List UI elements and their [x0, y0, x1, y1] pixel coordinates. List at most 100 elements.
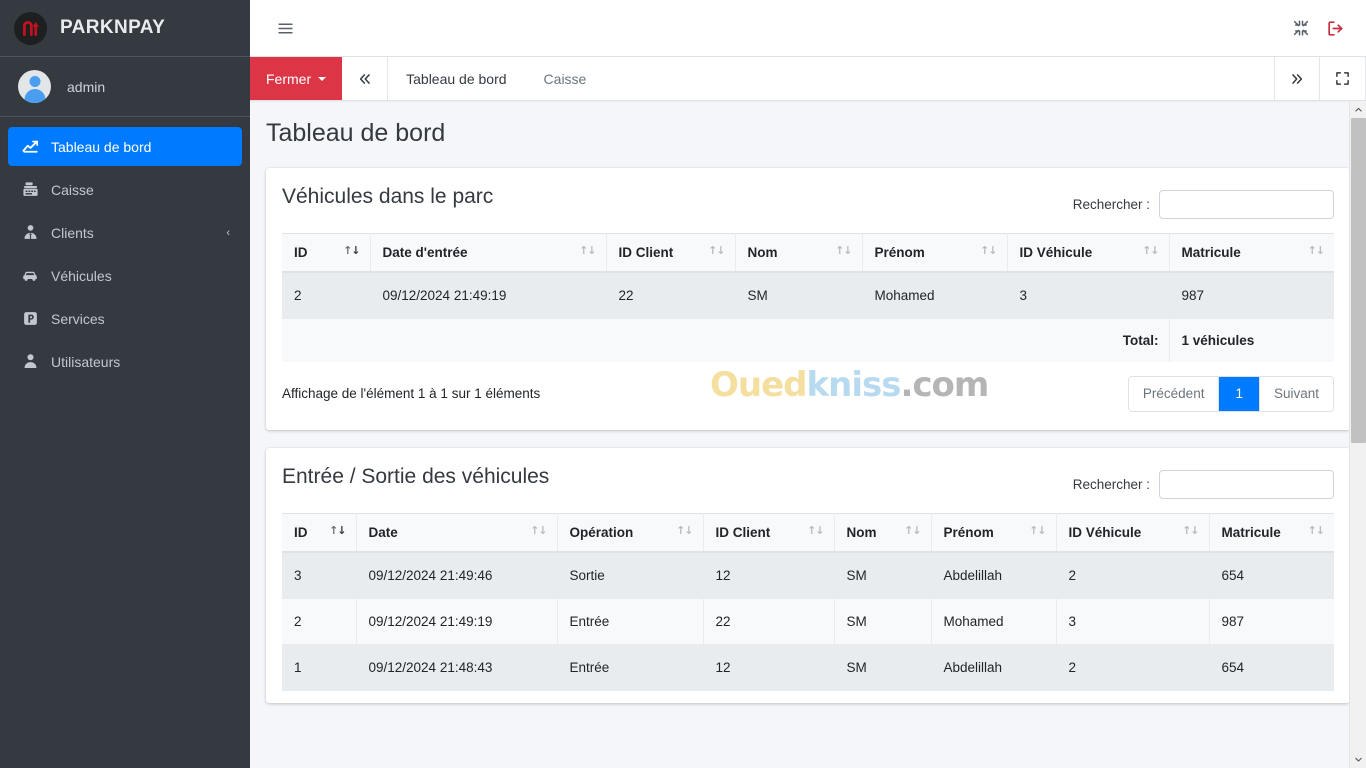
- vertical-scrollbar[interactable]: [1349, 101, 1366, 768]
- footer-total-value: 1 véhicules: [1169, 318, 1334, 362]
- sidebar-item-tableau-de-bord[interactable]: Tableau de bord: [8, 127, 242, 166]
- uturn-arrow-logo-icon: [14, 11, 47, 45]
- column-header-matricule[interactable]: Matricule ↑↓: [1209, 512, 1334, 553]
- compress-arrows-icon[interactable]: [1284, 11, 1318, 45]
- sort-icon: ↑↓: [1029, 523, 1046, 537]
- sidebar-item-caisse[interactable]: Caisse: [8, 170, 242, 209]
- column-header-id-vehicule[interactable]: ID Véhicule ↑↓: [1007, 233, 1170, 273]
- column-label: Nom: [747, 245, 778, 260]
- cell-prenom: Mohamed: [862, 272, 1008, 319]
- column-label: Date d'entrée: [382, 245, 468, 260]
- table-row[interactable]: 2 09/12/2024 21:49:19 Entrée 22 SM Moham…: [282, 598, 1334, 645]
- hamburger-icon[interactable]: [268, 11, 302, 45]
- column-header-prenom[interactable]: Prénom ↑↓: [862, 233, 1008, 273]
- pagination-page-1[interactable]: 1: [1219, 377, 1260, 411]
- sidebar-item-clients[interactable]: Clients ‹: [8, 213, 242, 252]
- cell-id-client: 12: [703, 551, 835, 599]
- tab-tableau-de-bord[interactable]: Tableau de bord: [388, 57, 525, 100]
- cell-id: 3: [282, 551, 357, 599]
- column-header-prenom[interactable]: Prénom ↑↓: [931, 512, 1057, 553]
- cell-nom: SM: [834, 551, 932, 599]
- page-title: Tableau de bord: [266, 119, 446, 147]
- column-header-id-vehicule[interactable]: ID Véhicule ↑↓: [1056, 512, 1210, 553]
- card-header: Véhicules dans le parc Rechercher :: [282, 180, 1334, 233]
- cell-id-client: 22: [703, 598, 835, 645]
- table-footer-bar: Affichage de l'élément 1 à 1 sur 1 éléme…: [282, 362, 1334, 418]
- cell-id: 2: [282, 272, 371, 319]
- table-row[interactable]: 2 09/12/2024 21:49:19 22 SM Mohamed 3 98…: [282, 272, 1334, 319]
- cell-matricule: 654: [1209, 551, 1334, 599]
- sort-icon: ↑↓: [676, 523, 693, 537]
- user-panel[interactable]: admin: [0, 57, 250, 117]
- column-header-matricule[interactable]: Matricule ↑↓: [1169, 233, 1334, 273]
- column-label: ID Véhicule: [1019, 245, 1093, 260]
- table-row[interactable]: 3 09/12/2024 21:49:46 Sortie 12 SM Abdel…: [282, 551, 1334, 599]
- search-control: Rechercher :: [1073, 464, 1334, 499]
- column-label: Prénom: [943, 524, 994, 540]
- close-button[interactable]: Fermer: [250, 57, 343, 100]
- scroll-down-icon[interactable]: [1350, 751, 1366, 768]
- tab-caisse[interactable]: Caisse: [526, 57, 606, 100]
- table-header-row: ID ↑↓ Date ↑↓ Opération ↑↓ ID Client ↑↓ …: [282, 512, 1334, 553]
- column-label: ID Client: [715, 524, 771, 540]
- table-footer-row: Total: 1 véhicules: [282, 318, 1334, 362]
- search-input[interactable]: [1159, 469, 1334, 499]
- column-header-id[interactable]: ID ↑↓: [282, 512, 357, 553]
- pagination-previous[interactable]: Précédent: [1128, 377, 1220, 411]
- brand-header[interactable]: PARKNPAY: [0, 0, 250, 57]
- fullscreen-button[interactable]: [1320, 57, 1366, 100]
- sort-icon: ↑↓: [807, 523, 824, 537]
- logout-icon[interactable]: [1318, 11, 1352, 45]
- tab-bar: Fermer Tableau de bord Caisse: [250, 57, 1366, 101]
- column-label: Date: [368, 524, 398, 540]
- tab-bar-right-controls: [1274, 57, 1366, 100]
- cell-nom: SM: [834, 598, 932, 645]
- sort-icon: ↑↓: [343, 244, 360, 257]
- column-header-id-client[interactable]: ID Client ↑↓: [703, 512, 835, 553]
- user-tie-icon: [18, 224, 42, 241]
- sort-icon: ↑↓: [1307, 244, 1325, 257]
- cell-prenom: Abdelillah: [931, 644, 1057, 691]
- table-header: ID ↑↓ Date d'entrée ↑↓ ID Client ↑↓ Nom …: [282, 233, 1334, 273]
- card-entree-sortie-des-vehicules: Entrée / Sortie des véhicules Rechercher…: [266, 447, 1350, 703]
- column-header-date[interactable]: Date ↑↓: [356, 512, 558, 553]
- cell-id-client: 22: [606, 272, 736, 319]
- pagination-next[interactable]: Suivant: [1259, 377, 1333, 411]
- table-vehicules-dans-le-parc: ID ↑↓ Date d'entrée ↑↓ ID Client ↑↓ Nom …: [282, 233, 1334, 362]
- search-input[interactable]: [1159, 190, 1334, 219]
- scroll-up-icon[interactable]: [1350, 101, 1366, 118]
- chart-line-icon: [18, 138, 42, 155]
- cell-date-entree: 09/12/2024 21:49:19: [370, 272, 607, 319]
- scrollbar-thumb[interactable]: [1351, 118, 1366, 443]
- table-body: 3 09/12/2024 21:49:46 Sortie 12 SM Abdel…: [282, 551, 1334, 691]
- card-header: Entrée / Sortie des véhicules Rechercher…: [282, 460, 1334, 513]
- column-header-nom[interactable]: Nom ↑↓: [735, 233, 863, 273]
- column-label: Matricule: [1221, 524, 1281, 540]
- cell-nom: SM: [735, 272, 863, 319]
- sidebar: PARKNPAY admin Tableau de bord Caisse Cl…: [0, 0, 250, 768]
- tabs-scroll-left-button[interactable]: [342, 57, 389, 100]
- column-label: Prénom: [874, 245, 925, 260]
- content-wrapper: Fermer Tableau de bord Caisse Tableau de…: [250, 0, 1366, 768]
- cell-id-vehicule: 3: [1056, 598, 1210, 645]
- column-header-date-entree[interactable]: Date d'entrée ↑↓: [370, 233, 607, 273]
- sidebar-item-utilisateurs[interactable]: Utilisateurs: [8, 342, 242, 381]
- cell-date: 09/12/2024 21:49:19: [356, 598, 558, 645]
- search-label: Rechercher :: [1072, 476, 1150, 492]
- search-control: Rechercher :: [1073, 184, 1334, 219]
- cell-operation: Sortie: [557, 551, 704, 599]
- column-header-operation[interactable]: Opération ↑↓: [557, 512, 704, 553]
- table-row[interactable]: 1 09/12/2024 21:48:43 Entrée 12 SM Abdel…: [282, 644, 1334, 691]
- cell-matricule: 654: [1209, 644, 1334, 691]
- sidebar-item-vehicules[interactable]: Véhicules: [8, 256, 242, 295]
- column-header-nom[interactable]: Nom ↑↓: [834, 512, 932, 553]
- cell-operation: Entrée: [557, 598, 704, 645]
- cell-prenom: Abdelillah: [931, 551, 1057, 599]
- column-header-id[interactable]: ID ↑↓: [282, 233, 371, 273]
- sidebar-item-services[interactable]: Services: [8, 299, 242, 338]
- chevron-left-icon[interactable]: ‹: [226, 227, 230, 239]
- tabs-scroll-right-button[interactable]: [1274, 57, 1320, 100]
- column-header-id-client[interactable]: ID Client ↑↓: [606, 233, 736, 273]
- column-label: ID Véhicule: [1068, 524, 1142, 540]
- cell-date: 09/12/2024 21:48:43: [356, 644, 558, 691]
